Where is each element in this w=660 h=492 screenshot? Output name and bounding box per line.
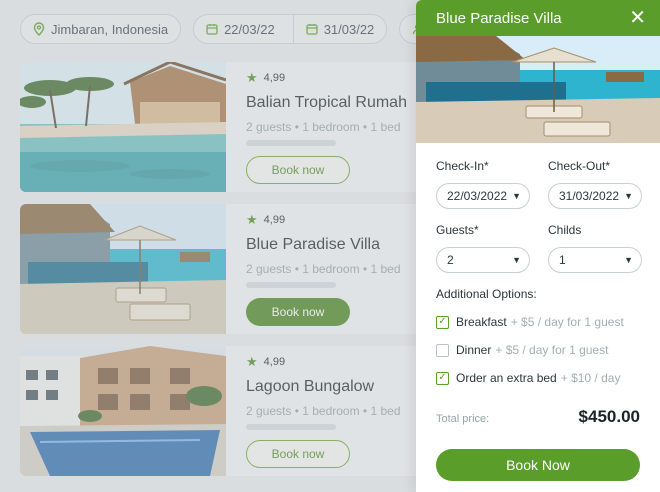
guests-value: 2 (447, 253, 454, 267)
location-filter-label: Jimbaran, Indonesia (51, 21, 169, 37)
guests-label: Guests* (436, 223, 479, 237)
placeholder-bar (246, 282, 336, 288)
total-price-value: $450.00 (578, 407, 640, 426)
villa-photo (416, 36, 660, 143)
listing-meta: 2 guests • 1 bedroom • 1 bed (246, 262, 401, 276)
calendar-icon (306, 23, 318, 35)
filter-bar: Jimbaran, Indonesia 22/03/22 31/03/22 2 (20, 14, 451, 44)
star-icon: ★ (246, 212, 258, 227)
dinner-checkbox[interactable] (436, 343, 449, 357)
total-price-row: Total price: $450.00 (436, 407, 640, 427)
book-now-submit-button[interactable]: Book Now (436, 449, 640, 481)
check-in-select[interactable]: 22/03/2022 ▼ (436, 183, 530, 209)
book-now-button[interactable]: Book now (246, 298, 350, 326)
rating-value: 4,99 (263, 72, 286, 84)
listing-info: ★ 4,99 Blue Paradise Villa 2 guests • 1 … (226, 204, 420, 334)
listing-info: ★ 4,99 Balian Tropical Rumah 2 guests • … (226, 62, 420, 192)
listing-title: Balian Tropical Rumah (246, 94, 407, 111)
option-dinner[interactable]: Dinner + $5 / day for 1 guest (436, 343, 640, 357)
rating-value: 4,99 (263, 214, 286, 226)
chevron-down-icon: ▼ (624, 255, 633, 265)
option-label: Dinner (456, 343, 492, 357)
listing-photo-lagoon-bungalow (20, 346, 226, 476)
panel-title: Blue Paradise Villa (436, 9, 562, 27)
chevron-down-icon: ▼ (624, 191, 633, 201)
option-label: Breakfast (456, 315, 507, 329)
check-in-filter[interactable]: 22/03/22 (194, 15, 287, 43)
star-icon: ★ (246, 70, 258, 85)
check-in-value: 22/03/2022 (447, 189, 508, 203)
chevron-down-icon: ▼ (512, 255, 521, 265)
listing-title: Lagoon Bungalow (246, 378, 375, 395)
total-price-label: Total price: (436, 413, 490, 425)
childs-value: 1 (559, 253, 566, 267)
booking-form: Check-In* 22/03/2022 ▼ Check-Out* 31/03/… (416, 143, 660, 481)
panel-header: Blue Paradise Villa ✕ (416, 0, 660, 36)
star-icon: ★ (246, 354, 258, 369)
book-now-button[interactable]: Book now (246, 156, 350, 184)
check-out-label: Check-Out* (548, 159, 611, 173)
guests-select[interactable]: 2 ▼ (436, 247, 530, 273)
listing-card[interactable]: ★ 4,99 Lagoon Bungalow 2 guests • 1 bedr… (20, 346, 420, 476)
childs-label: Childs (548, 223, 582, 237)
option-price: + $10 / day (560, 371, 621, 385)
date-filter[interactable]: 22/03/22 31/03/22 (193, 14, 388, 44)
listing-meta: 2 guests • 1 bedroom • 1 bed (246, 404, 401, 418)
check-out-filter-label: 31/03/22 (323, 21, 375, 37)
listing-card[interactable]: ★ 4,99 Balian Tropical Rumah 2 guests • … (20, 62, 420, 192)
rating-value: 4,99 (263, 356, 286, 368)
listing-card[interactable]: ★ 4,99 Blue Paradise Villa 2 guests • 1 … (20, 204, 420, 334)
option-breakfast[interactable]: Breakfast + $5 / day for 1 guest (436, 315, 640, 329)
booking-panel: Blue Paradise Villa ✕ Check-In* 22/03/20… (416, 0, 660, 492)
check-in-label: Check-In* (436, 159, 489, 173)
location-filter[interactable]: Jimbaran, Indonesia (20, 14, 182, 44)
location-pin-icon (33, 22, 45, 36)
extra-bed-checkbox[interactable] (436, 371, 449, 385)
option-extra-bed[interactable]: Order an extra bed + $10 / day (436, 371, 640, 385)
check-out-value: 31/03/2022 (559, 189, 620, 203)
rating: ★ 4,99 (246, 354, 420, 370)
rating: ★ 4,99 (246, 70, 420, 86)
close-icon[interactable]: ✕ (629, 8, 646, 28)
rating: ★ 4,99 (246, 212, 420, 228)
childs-select[interactable]: 1 ▼ (548, 247, 642, 273)
listing-photo-pool-villa (20, 204, 226, 334)
listing-meta: 2 guests • 1 bedroom • 1 bed (246, 120, 401, 134)
book-now-button[interactable]: Book now (246, 440, 350, 468)
additional-options-label: Additional Options: (436, 287, 537, 301)
option-price: + $5 / day for 1 guest (510, 315, 624, 329)
chevron-down-icon: ▼ (512, 191, 521, 201)
check-in-filter-label: 22/03/22 (224, 21, 275, 37)
placeholder-bar (246, 424, 336, 430)
check-out-filter[interactable]: 31/03/22 (292, 15, 387, 43)
listing-info: ★ 4,99 Lagoon Bungalow 2 guests • 1 bedr… (226, 346, 420, 476)
option-price: + $5 / day for 1 guest (495, 343, 609, 357)
check-out-select[interactable]: 31/03/2022 ▼ (548, 183, 642, 209)
listing-photo-tropical-resort (20, 62, 226, 192)
breakfast-checkbox[interactable] (436, 315, 449, 329)
option-label: Order an extra bed (456, 371, 557, 385)
placeholder-bar (246, 140, 336, 146)
calendar-icon (206, 23, 218, 35)
listing-title: Blue Paradise Villa (246, 236, 381, 253)
